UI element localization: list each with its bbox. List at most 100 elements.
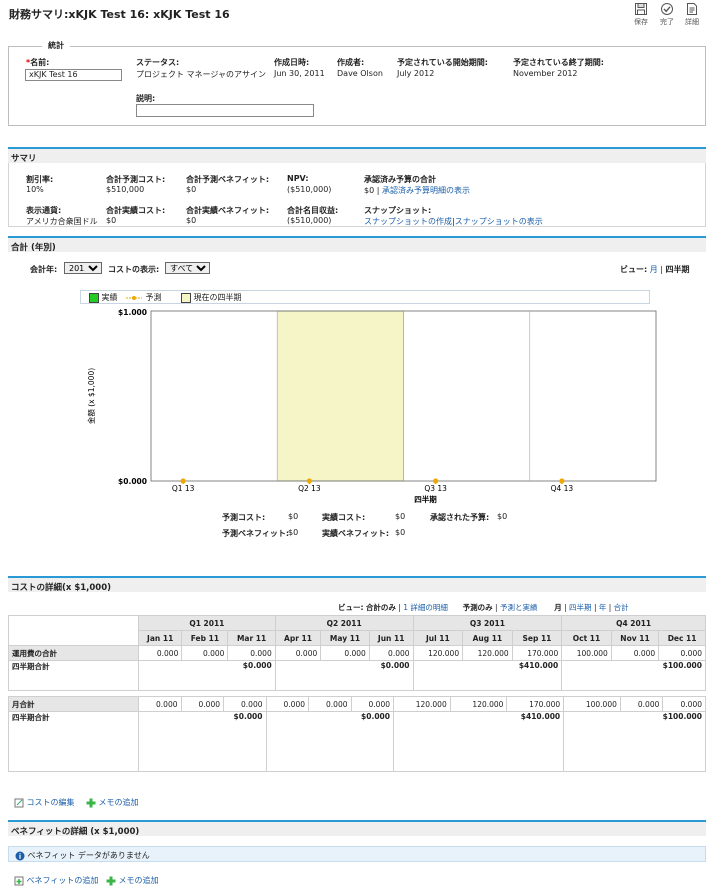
current-quarter-swatch-icon — [181, 292, 191, 303]
quarter-total-cell: $0.000 — [138, 711, 267, 772]
nominal-return-label: 合計名目収益: — [287, 206, 339, 215]
table-cell: 0.000 — [223, 696, 267, 712]
month-header: Mar 11 — [227, 630, 276, 646]
table-cell: 0.000 — [368, 645, 414, 661]
quarter-total-cell: $0.000 — [138, 660, 276, 691]
sep-3: | — [564, 603, 567, 612]
table-cell: 0.000 — [662, 696, 706, 712]
snapshot-create-link[interactable]: スナップショットの作成 — [364, 217, 452, 226]
stats-legend: 統計 — [42, 40, 70, 51]
discount-label: 割引率: — [26, 175, 54, 184]
planned-benefit-value: $0 — [288, 528, 299, 537]
totals-chart: $1.000 $0.000 金額 (x $1,000) Q1 13 Q2 13 Q3 13… — [86, 308, 657, 504]
chart-view-sep: | — [660, 265, 663, 274]
cost-view-options-label: ビュー: — [338, 603, 364, 612]
year-link[interactable]: 年 — [599, 603, 607, 612]
table-cell: 120.000 — [462, 645, 513, 661]
month-header: Aug 11 — [462, 630, 513, 646]
quarter-total-cell: $410.000 — [412, 660, 563, 691]
quarter-total-cell: $100.000 — [563, 711, 706, 772]
total-only-option[interactable]: 合計のみ — [366, 603, 396, 612]
table-corner — [8, 615, 139, 631]
table-cell: 0.000 — [658, 645, 706, 661]
table-cell: 0.000 — [350, 696, 394, 712]
month-header: Apr 11 — [274, 630, 322, 646]
add-note-cost-link[interactable]: メモの追加 — [99, 798, 139, 807]
chart-view-month-link[interactable]: 月 — [650, 265, 658, 274]
legend-current-quarter: 現在の四半期 — [181, 292, 242, 303]
planned-start-value: July 2012 — [397, 69, 435, 78]
total-planned-benefit-label: 合計予測ベネフィット: — [186, 175, 270, 184]
row-label: 月合計 — [8, 696, 139, 712]
details-button[interactable]: 詳細 — [681, 2, 703, 27]
quarter-header: Q3 2011 — [412, 615, 563, 631]
quarter-link[interactable]: 四半期 — [569, 603, 592, 612]
add-note-benefit-action[interactable]: メモの追加 — [106, 875, 159, 886]
forecast-actual-link[interactable]: 予測と実績 — [500, 603, 538, 612]
fiscal-year-select[interactable]: 2013 — [64, 262, 102, 274]
add-note-cost-action[interactable]: メモの追加 — [86, 797, 139, 808]
approved-budget-footer-value: $0 — [497, 512, 508, 521]
data-point-forecast — [306, 478, 312, 484]
snapshot-view-link[interactable]: スナップショットの表示 — [455, 217, 543, 226]
y-tick-label: $1.000 — [118, 308, 147, 317]
table-cell: 100.000 — [563, 696, 621, 712]
table-cell: 0.000 — [308, 696, 352, 712]
legend-current-quarter-label: 現在の四半期 — [193, 293, 242, 302]
actual-cost-label: 実績コスト: — [322, 513, 366, 522]
save-button[interactable]: 保存 — [630, 2, 652, 27]
edit-cost-action[interactable]: コストの編集 — [14, 797, 75, 808]
cost-view-options: ビュー: 合計のみ | 1 詳細の明細 予測のみ | 予測と実績 月 | 四半期… — [338, 602, 629, 613]
totals-header: 合計 (年別) — [8, 236, 706, 253]
month-option[interactable]: 月 — [554, 603, 562, 612]
done-label: 完了 — [660, 18, 674, 26]
forecast-only-option[interactable]: 予測のみ — [463, 603, 493, 612]
quarter-total-cell: $410.000 — [392, 711, 565, 772]
table-cell: 0.000 — [320, 645, 370, 661]
total-planned-cost-value: $510,000 — [106, 185, 145, 194]
cost-view-select[interactable]: すべて — [165, 262, 210, 274]
add-icon — [86, 798, 96, 807]
table-cell: 120.000 — [449, 696, 508, 712]
total-actual-benefit-label: 合計実績ベネフィット: — [186, 206, 270, 215]
name-input[interactable]: xKJK Test 16 — [25, 69, 122, 81]
edit-cost-link[interactable]: コストの編集 — [27, 798, 75, 807]
approved-budget-link[interactable]: 承認済み予算明細の表示 — [382, 186, 470, 195]
done-button[interactable]: 完了 — [656, 2, 678, 27]
chart-view-switcher: ビュー: 月 | 四半期 — [620, 264, 690, 275]
month-header: Jan 11 — [137, 630, 183, 646]
x-tick-label: Q4 13 — [551, 484, 574, 493]
current-quarter-band — [276, 310, 404, 482]
table-cell: 0.000 — [274, 645, 322, 661]
total-actual-cost-label: 合計実績コスト: — [106, 206, 166, 215]
chart-view-quarter[interactable]: 四半期 — [666, 265, 690, 274]
add-benefit-link[interactable]: ベネフィットの追加 — [27, 876, 99, 885]
approved-budget-value: $0 | 承認済み予算明細の表示 — [364, 186, 470, 195]
add-note-benefit-link[interactable]: メモの追加 — [119, 876, 159, 885]
total-planned-benefit-value: $0 — [186, 185, 197, 194]
row-label: 運用費の合計 — [8, 645, 139, 661]
quarter-total-cell: $100.000 — [561, 660, 706, 691]
legend-forecast-label: 予測 — [145, 293, 162, 302]
add-benefit-action[interactable]: ベネフィットの追加 — [14, 875, 98, 886]
check-circle-icon — [661, 3, 673, 15]
total-link[interactable]: 合計 — [614, 603, 629, 612]
table-cell: 0.000 — [137, 645, 183, 661]
sep-2: | — [495, 603, 498, 612]
month-header: Nov 11 — [610, 630, 660, 646]
chart-view-label: ビュー: — [620, 265, 648, 274]
fiscal-year-label: 会計年: — [30, 265, 58, 274]
discount-value: 10% — [26, 185, 44, 194]
legend-actual-label: 実績 — [101, 293, 118, 302]
forecast-swatch-icon — [126, 295, 142, 300]
y-axis-label: 金額 (x $1,000) — [86, 368, 96, 424]
planned-end-value: November 2012 — [513, 69, 578, 78]
month-header: Sep 11 — [511, 630, 563, 646]
detail-lines-link[interactable]: 1 詳細の明細 — [403, 603, 448, 612]
table-corner — [8, 630, 139, 646]
description-input[interactable] — [136, 104, 314, 117]
planned-cost-label: 予測コスト: — [222, 513, 266, 522]
quarter-header: Q1 2011 — [138, 615, 276, 631]
status-label: ステータス: — [136, 58, 180, 67]
table-cell: 0.000 — [265, 696, 309, 712]
